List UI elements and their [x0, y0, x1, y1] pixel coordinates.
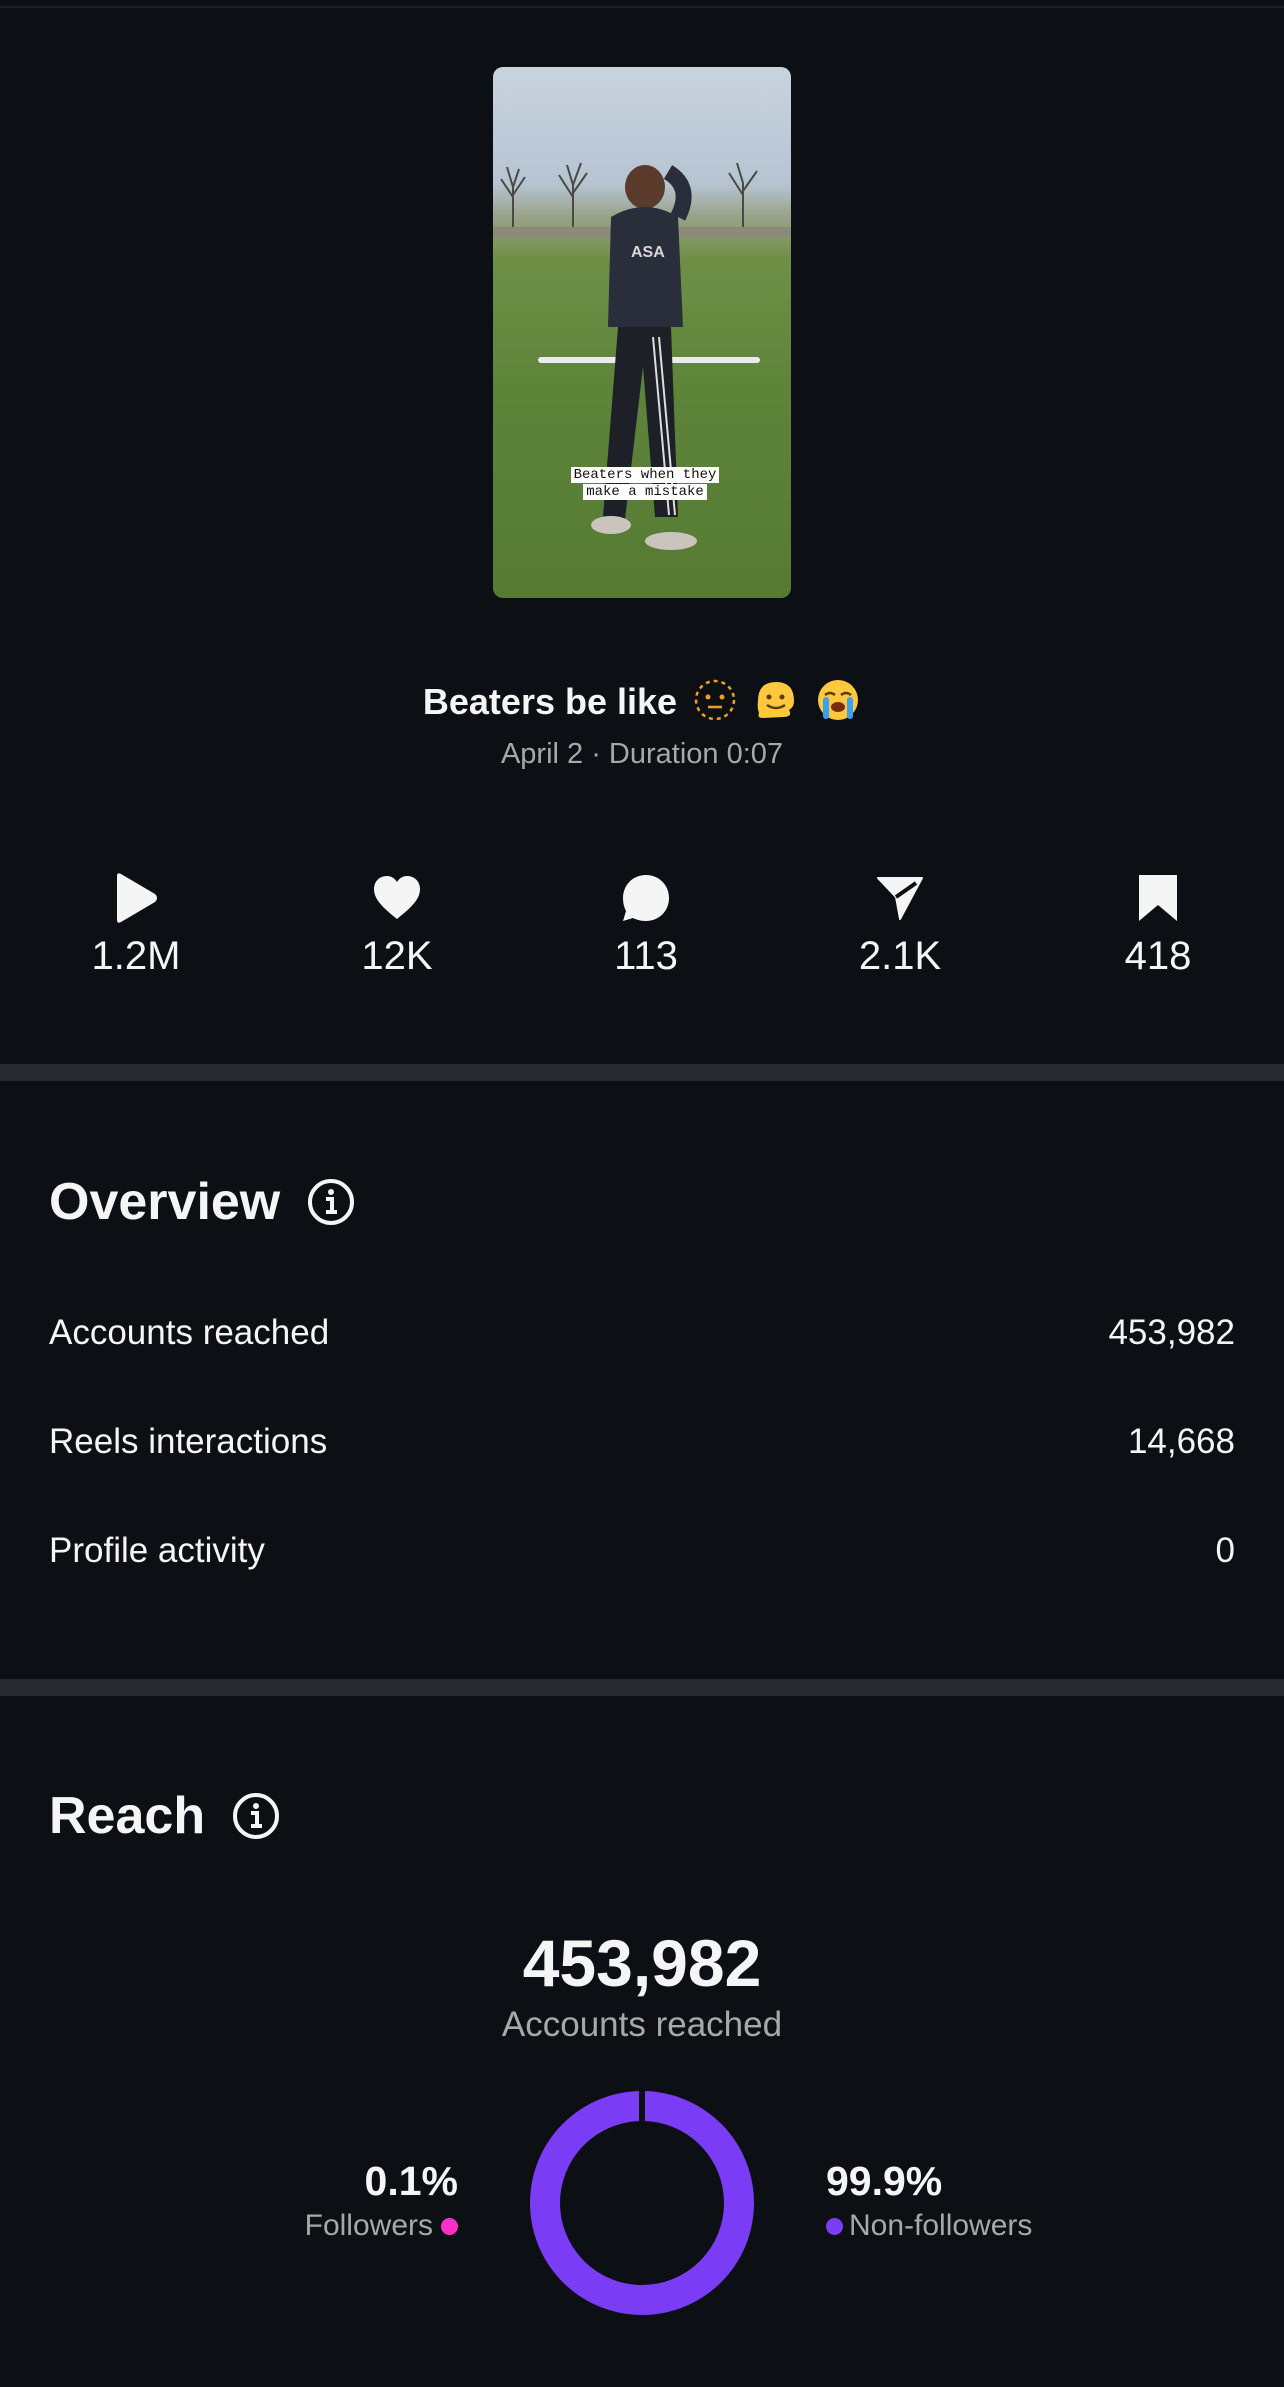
reel-title-text: Beaters be like [422, 681, 678, 723]
legend-non-followers: 99.9% Non-followers [826, 2158, 1032, 2243]
melting-face-emoji-icon [753, 677, 799, 732]
overview-title: Overview [49, 1172, 356, 1232]
bookmark-icon [1058, 870, 1258, 926]
followers-label-row: Followers [305, 2209, 458, 2243]
reel-meta: April 2 · Duration 0:07 [500, 738, 784, 770]
row-label: Reels interactions [49, 1422, 328, 1461]
non-followers-segment [530, 2091, 754, 2315]
top-divider [0, 0, 1284, 8]
non-followers-dot-icon [826, 2217, 843, 2235]
stat-comments: 113 [546, 870, 746, 979]
row-value: 453,982 [1108, 1313, 1235, 1352]
overview-row-profile-activity[interactable]: Profile activity 0 [49, 1531, 1235, 1571]
row-label: Accounts reached [49, 1313, 330, 1352]
stat-plays: 1.2M [36, 870, 236, 979]
loudly-crying-face-emoji-icon [815, 677, 861, 732]
reach-title: Reach [49, 1786, 281, 1846]
dotted-face-emoji-icon [693, 678, 737, 731]
section-divider [0, 1679, 1284, 1696]
stat-likes: 12K [297, 870, 497, 979]
comment-icon [546, 870, 746, 926]
stat-value: 12K [361, 934, 433, 978]
overview-row-reels-interactions[interactable]: Reels interactions 14,668 [49, 1422, 1235, 1462]
stat-value: 418 [1124, 934, 1192, 978]
followers-label: Followers [304, 2209, 433, 2242]
stat-value: 1.2M [91, 934, 181, 978]
info-icon[interactable] [231, 1791, 281, 1841]
overview-row-accounts-reached[interactable]: Accounts reached 453,982 [49, 1313, 1235, 1353]
non-followers-label-row: Non-followers [826, 2209, 1032, 2243]
play-icon [36, 870, 236, 926]
thumbnail-scene: ASA [493, 162, 791, 550]
overview-title-text: Overview [49, 1173, 281, 1231]
followers-percent: 0.1% [364, 2158, 458, 2204]
svg-text:ASA: ASA [631, 244, 665, 261]
stat-value: 113 [614, 934, 678, 978]
reach-title-text: Reach [49, 1787, 206, 1845]
row-value: 0 [1215, 1531, 1235, 1570]
thumbnail-caption: Beaters when they make a mistake [565, 467, 725, 501]
reach-donut-chart [530, 2091, 754, 2315]
heart-icon [297, 870, 497, 926]
share-icon [800, 870, 1000, 926]
stat-shares: 2.1K [800, 870, 1000, 979]
non-followers-label: Non-followers [849, 2209, 1033, 2242]
row-value: 14,668 [1127, 1422, 1235, 1461]
reach-total: 453,982 [522, 1926, 762, 2000]
reel-title: Beaters be like [0, 677, 1284, 732]
stat-value: 2.1K [858, 934, 942, 978]
reel-thumbnail[interactable]: ASA Beaters when they make a mistake [493, 67, 791, 598]
row-label: Profile activity [49, 1531, 265, 1570]
followers-dot-icon [441, 2217, 458, 2235]
info-icon[interactable] [306, 1177, 356, 1227]
reach-total-label: Accounts reached [501, 2005, 783, 2044]
non-followers-percent: 99.9% [826, 2158, 943, 2204]
legend-followers: 0.1% Followers [305, 2158, 458, 2243]
stat-saves: 418 [1058, 870, 1258, 979]
section-divider [0, 1064, 1284, 1081]
